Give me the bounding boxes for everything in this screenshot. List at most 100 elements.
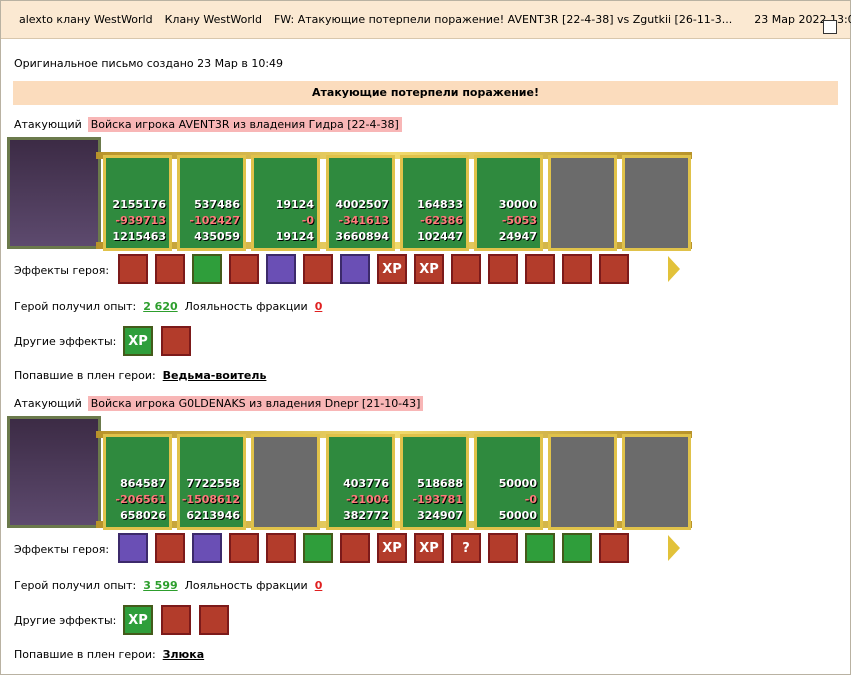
unit-slot[interactable] bbox=[622, 155, 691, 251]
effect-icon[interactable]: ? bbox=[451, 533, 481, 563]
unit-loss: -0 bbox=[301, 214, 314, 227]
sender[interactable]: alexto клану WestWorld bbox=[19, 13, 153, 26]
effects-label: Эффекты героя: bbox=[14, 264, 110, 277]
exp-value[interactable]: 3 599 bbox=[143, 579, 177, 592]
unit-count: 518688 bbox=[417, 477, 463, 490]
effect-icon[interactable] bbox=[155, 254, 185, 284]
other-effect-icon[interactable]: XP bbox=[123, 326, 153, 356]
unit-slot[interactable]: 7722558 -1508612 6213946 bbox=[177, 434, 246, 530]
unit-loss: -102427 bbox=[189, 214, 241, 227]
unit-slot[interactable] bbox=[548, 434, 617, 530]
unit-loss: -206561 bbox=[115, 493, 167, 506]
other-effect-icon[interactable]: XP bbox=[123, 605, 153, 635]
unit-loss: -341613 bbox=[338, 214, 390, 227]
unit-remaining: 19124 bbox=[275, 230, 314, 243]
captured-hero[interactable]: Ведьма-воитель bbox=[163, 369, 267, 382]
unit-slot[interactable] bbox=[251, 434, 320, 530]
effect-icon[interactable] bbox=[599, 254, 629, 284]
next-arrow-icon[interactable] bbox=[668, 535, 680, 561]
effect-icon[interactable] bbox=[192, 254, 222, 284]
effect-icon[interactable] bbox=[192, 533, 222, 563]
unit-count: 164833 bbox=[417, 198, 463, 211]
unit-loss: -0 bbox=[524, 493, 537, 506]
unit-count: 7722558 bbox=[186, 477, 240, 490]
effect-icon[interactable] bbox=[266, 533, 296, 563]
unit-count: 19124 bbox=[275, 198, 314, 211]
unit-slot[interactable]: 2155176 -939713 1215463 bbox=[103, 155, 172, 251]
effect-icon[interactable] bbox=[118, 254, 148, 284]
unit-remaining: 324907 bbox=[417, 509, 463, 522]
army-title: Войска игрока G0LDENAKS из владения Dnep… bbox=[87, 396, 424, 411]
effect-icon[interactable] bbox=[525, 254, 555, 284]
unit-loss: -939713 bbox=[115, 214, 167, 227]
unit-count: 403776 bbox=[343, 477, 389, 490]
attacker-row: Атакующий Войска игрока G0LDENAKS из влад… bbox=[14, 396, 424, 411]
effect-icon[interactable] bbox=[525, 533, 555, 563]
unit-slot[interactable]: 537486 -102427 435059 bbox=[177, 155, 246, 251]
recipient: Клану WestWorld bbox=[164, 13, 262, 26]
effect-icon[interactable] bbox=[340, 533, 370, 563]
exp-value[interactable]: 2 620 bbox=[143, 300, 177, 313]
unit-loss: -1508612 bbox=[181, 493, 240, 506]
effect-icon[interactable] bbox=[303, 254, 333, 284]
unit-slot[interactable]: 518688 -193781 324907 bbox=[400, 434, 469, 530]
unit-slot[interactable]: 403776 -21004 382772 bbox=[326, 434, 395, 530]
attacker-row: Атакующий Войска игрока AVENT3R из владен… bbox=[14, 117, 402, 132]
effect-icon[interactable] bbox=[488, 254, 518, 284]
unit-slot[interactable]: 864587 -206561 658026 bbox=[103, 434, 172, 530]
other-effect-icon[interactable] bbox=[161, 326, 191, 356]
effect-icon[interactable] bbox=[340, 254, 370, 284]
attacker-label: Атакующий bbox=[14, 397, 82, 410]
effect-icon[interactable]: XP bbox=[377, 533, 407, 563]
attacker-label: Атакующий bbox=[14, 118, 82, 131]
hero-portrait[interactable] bbox=[7, 137, 101, 249]
unit-count: 537486 bbox=[194, 198, 240, 211]
unit-remaining: 102447 bbox=[417, 230, 463, 243]
other-effects-label: Другие эффекты: bbox=[14, 335, 117, 348]
other-effect-icon[interactable] bbox=[199, 605, 229, 635]
effect-icon[interactable] bbox=[562, 533, 592, 563]
effect-icon[interactable] bbox=[229, 254, 259, 284]
next-arrow-icon[interactable] bbox=[668, 256, 680, 282]
select-checkbox[interactable] bbox=[823, 20, 837, 34]
effect-icon[interactable] bbox=[451, 254, 481, 284]
effects-label: Эффекты героя: bbox=[14, 543, 110, 556]
unit-loss: -193781 bbox=[412, 493, 464, 506]
exp-row: Герой получил опыт: 3 599 Лояльность фра… bbox=[14, 579, 323, 592]
unit-count: 864587 bbox=[120, 477, 166, 490]
captured-row: Попавшие в плен герои: Злюка bbox=[14, 648, 205, 661]
effect-icon[interactable] bbox=[599, 533, 629, 563]
captured-row: Попавшие в плен герои: Ведьма-воитель bbox=[14, 369, 267, 382]
unit-remaining: 24947 bbox=[498, 230, 537, 243]
unit-slot[interactable] bbox=[622, 434, 691, 530]
loyalty-value[interactable]: 0 bbox=[315, 300, 323, 313]
other-effects-label: Другие эффекты: bbox=[14, 614, 117, 627]
unit-slot[interactable]: 19124 -0 19124 bbox=[251, 155, 320, 251]
effect-icon[interactable] bbox=[488, 533, 518, 563]
unit-count: 30000 bbox=[498, 198, 537, 211]
captured-hero[interactable]: Злюка bbox=[163, 648, 204, 661]
unit-slot[interactable] bbox=[548, 155, 617, 251]
hero-portrait[interactable] bbox=[7, 416, 101, 528]
effect-icon[interactable] bbox=[118, 533, 148, 563]
loyalty-value[interactable]: 0 bbox=[315, 579, 323, 592]
effect-icon[interactable] bbox=[266, 254, 296, 284]
unit-slot[interactable]: 50000 -0 50000 bbox=[474, 434, 543, 530]
unit-slot[interactable]: 4002507 -341613 3660894 bbox=[326, 155, 395, 251]
unit-remaining: 435059 bbox=[194, 230, 240, 243]
effect-icon[interactable]: XP bbox=[414, 254, 444, 284]
unit-loss: -5053 bbox=[501, 214, 537, 227]
effect-icon[interactable]: XP bbox=[377, 254, 407, 284]
effect-icon[interactable] bbox=[155, 533, 185, 563]
unit-remaining: 50000 bbox=[498, 509, 537, 522]
effect-icon[interactable] bbox=[562, 254, 592, 284]
other-effect-icon[interactable] bbox=[161, 605, 191, 635]
effect-icon[interactable]: XP bbox=[414, 533, 444, 563]
result-banner: Атакующие потерпели поражение! bbox=[13, 81, 838, 105]
effect-icon[interactable] bbox=[229, 533, 259, 563]
unit-remaining: 3660894 bbox=[335, 230, 389, 243]
unit-slot[interactable]: 30000 -5053 24947 bbox=[474, 155, 543, 251]
effect-icon[interactable] bbox=[303, 533, 333, 563]
subject: FW: Атакующие потерпели поражение! AVENT… bbox=[273, 13, 733, 26]
unit-slot[interactable]: 164833 -62386 102447 bbox=[400, 155, 469, 251]
